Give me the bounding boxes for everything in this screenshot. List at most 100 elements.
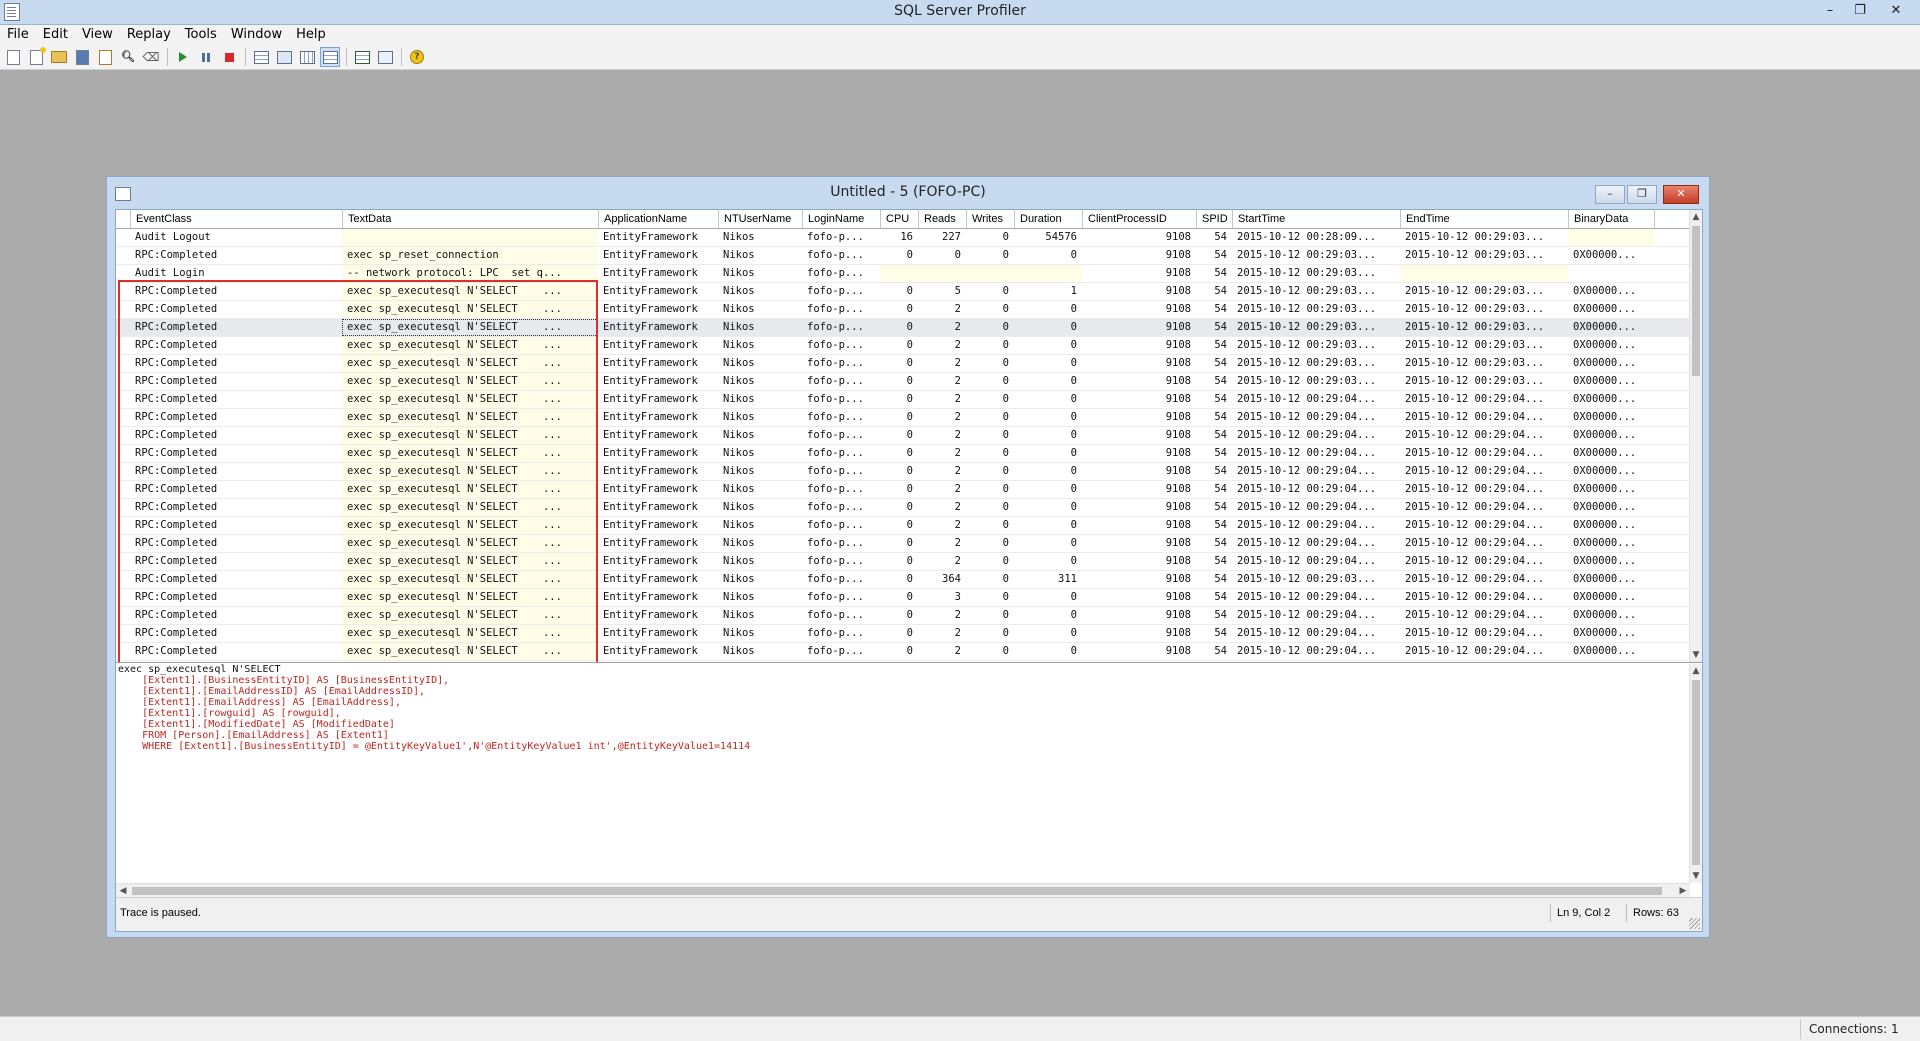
scroll-up-icon[interactable]: ▲ (1690, 664, 1702, 678)
table-row[interactable]: RPC:Completed exec sp_executesql N'SELECT… (116, 607, 1690, 625)
textdata-pane[interactable]: exec sp_executesql N'SELECT [Extent1].[B… (116, 664, 1702, 898)
cell-application-name: EntityFramework (603, 231, 698, 243)
auto-scroll-icon[interactable] (274, 47, 294, 67)
column-header-start-time[interactable]: StartTime (1233, 210, 1401, 228)
cell-end-time: 2015-10-12 00:29:03... (1405, 339, 1545, 351)
text-hscroll-thumb[interactable] (132, 887, 1662, 895)
column-header-binary-data[interactable]: BinaryData (1569, 210, 1655, 228)
column-header-writes[interactable]: Writes (967, 210, 1015, 228)
app-restore-button[interactable]: ❐ (1846, 1, 1874, 21)
table-row[interactable]: RPC:Completed exec sp_executesql N'SELECT… (116, 553, 1690, 571)
sql-text[interactable]: exec sp_executesql N'SELECT [Extent1].[B… (116, 664, 750, 752)
table-row[interactable]: RPC:Completed exec sp_executesql N'SELECT… (116, 319, 1690, 337)
properties-icon[interactable] (95, 47, 115, 67)
cell-binary-data: 0X00000... (1573, 465, 1637, 477)
column-header-event-class[interactable]: EventClass (131, 210, 343, 228)
events-icon[interactable] (320, 47, 340, 67)
column-header-cpu[interactable]: CPU (881, 210, 919, 228)
scroll-left-icon[interactable]: ◀ (116, 884, 130, 898)
cell-login-name: fofo-p... (807, 429, 864, 441)
table-row[interactable]: RPC:Completed exec sp_reset_connection Ent… (116, 247, 1690, 265)
menu-file[interactable]: File (0, 25, 36, 45)
menu-tools[interactable]: Tools (178, 25, 224, 45)
menu-view[interactable]: View (75, 25, 120, 45)
column-header-text-data[interactable]: TextData (343, 210, 599, 228)
trace-window-title: Untitled - 5 (FOFO-PC) (830, 184, 986, 200)
table-row[interactable]: RPC:Completed exec sp_executesql N'SELECT… (116, 445, 1690, 463)
scroll-up-icon[interactable]: ▲ (1690, 210, 1702, 224)
menu-window[interactable]: Window (224, 25, 289, 45)
table-row[interactable]: RPC:Completed exec sp_executesql N'SELECT… (116, 391, 1690, 409)
save-icon[interactable] (72, 47, 92, 67)
new-trace-icon[interactable] (3, 47, 23, 67)
menu-edit[interactable]: Edit (36, 25, 75, 45)
trace-close-button[interactable]: ✕ (1663, 185, 1699, 204)
table-row[interactable]: RPC:Completed exec sp_executesql N'SELECT… (116, 355, 1690, 373)
cell-spid: 54 (1214, 303, 1227, 315)
table-row[interactable]: RPC:Completed exec sp_executesql N'SELECT… (116, 373, 1690, 391)
sql-window-icon[interactable] (251, 47, 271, 67)
cell-cpu: 0 (906, 537, 913, 549)
table-row[interactable]: RPC:Completed exec sp_executesql N'SELECT… (116, 427, 1690, 445)
table-row[interactable]: RPC:Completed exec sp_executesql N'SELECT… (116, 481, 1690, 499)
monitor-icon[interactable] (375, 47, 395, 67)
grid-rows: Audit Logout EntityFramework Nikos fofo-p..… (116, 229, 1690, 661)
column-header-end-time[interactable]: EndTime (1401, 210, 1569, 228)
start-icon[interactable] (173, 47, 193, 67)
column-header-application-name[interactable]: ApplicationName (599, 210, 719, 228)
table-row[interactable]: RPC:Completed exec sp_executesql N'SELECT… (116, 643, 1690, 661)
column-header-login-name[interactable]: LoginName (803, 210, 881, 228)
cell-nt-user-name: Nikos (723, 447, 755, 459)
cell-client-process-id: 9108 (1165, 555, 1191, 567)
cell-cpu: 0 (906, 501, 913, 513)
table-row[interactable]: RPC:Completed exec sp_executesql N'SELECT… (116, 337, 1690, 355)
text-horizontal-scrollbar[interactable]: ◀ ▶ (116, 883, 1690, 898)
open-icon[interactable] (49, 47, 69, 67)
cell-nt-user-name: Nikos (723, 303, 755, 315)
scroll-down-icon[interactable]: ▼ (1690, 648, 1702, 662)
table-row[interactable]: RPC:Completed exec sp_executesql N'SELECT… (116, 499, 1690, 517)
replay-icon[interactable] (352, 47, 372, 67)
menu-help[interactable]: Help (289, 25, 333, 45)
table-row[interactable]: RPC:Completed exec sp_executesql N'SELECT… (116, 589, 1690, 607)
table-row[interactable]: RPC:Completed exec sp_executesql N'SELECT… (116, 301, 1690, 319)
column-header-duration[interactable]: Duration (1015, 210, 1083, 228)
clear-icon[interactable]: ⌫ (141, 47, 161, 67)
app-minimize-button[interactable]: – (1816, 1, 1844, 21)
cell-writes: 0 (1002, 429, 1009, 441)
menu-replay[interactable]: Replay (120, 25, 178, 45)
resize-grip-icon[interactable] (1689, 918, 1700, 929)
trace-minimize-button[interactable]: – (1595, 185, 1625, 204)
column-header-nt-user-name[interactable]: NTUserName (719, 210, 803, 228)
app-close-button[interactable]: ✕ (1874, 1, 1918, 21)
table-row[interactable]: RPC:Completed exec sp_executesql N'SELECT… (116, 535, 1690, 553)
scroll-right-icon[interactable]: ▶ (1676, 884, 1690, 898)
table-row[interactable]: Audit Logout EntityFramework Nikos fofo-p..… (116, 229, 1690, 247)
text-vertical-scrollbar[interactable]: ▲ ▼ (1689, 664, 1702, 883)
trace-restore-button[interactable]: ❐ (1627, 185, 1657, 204)
grid-vertical-scrollbar[interactable]: ▲ ▼ (1689, 210, 1702, 662)
column-header-reads[interactable]: Reads (919, 210, 967, 228)
column-header-client-process-id[interactable]: ClientProcessID (1083, 210, 1197, 228)
scroll-down-icon[interactable]: ▼ (1690, 869, 1702, 883)
table-row[interactable]: RPC:Completed exec sp_executesql N'SELECT… (116, 463, 1690, 481)
table-row[interactable]: RPC:Completed exec sp_executesql N'SELECT… (116, 625, 1690, 643)
pause-icon[interactable] (196, 47, 216, 67)
stop-icon[interactable] (219, 47, 239, 67)
table-row[interactable]: RPC:Completed exec sp_executesql N'SELECT… (116, 409, 1690, 427)
text-scroll-thumb[interactable] (1692, 680, 1700, 865)
cell-writes: 0 (1002, 537, 1009, 549)
table-row[interactable]: RPC:Completed exec sp_executesql N'SELECT… (116, 517, 1690, 535)
column-header-spid[interactable]: SPID (1197, 210, 1233, 228)
columns-icon[interactable] (297, 47, 317, 67)
cell-application-name: EntityFramework (603, 501, 698, 513)
table-row[interactable]: Audit Login -- network protocol: LPC set … (116, 265, 1690, 283)
find-icon[interactable]: 🔍︎ (118, 47, 138, 67)
cell-event-class: RPC:Completed (135, 393, 218, 405)
grid-scroll-thumb[interactable] (1692, 226, 1700, 376)
table-row[interactable]: RPC:Completed exec sp_executesql N'SELECT… (116, 571, 1690, 589)
cell-binary-data: 0X00000... (1573, 411, 1637, 423)
table-row[interactable]: RPC:Completed exec sp_executesql N'SELECT… (116, 283, 1690, 301)
help-icon[interactable]: ? (407, 47, 427, 67)
new-template-icon[interactable] (26, 46, 46, 67)
